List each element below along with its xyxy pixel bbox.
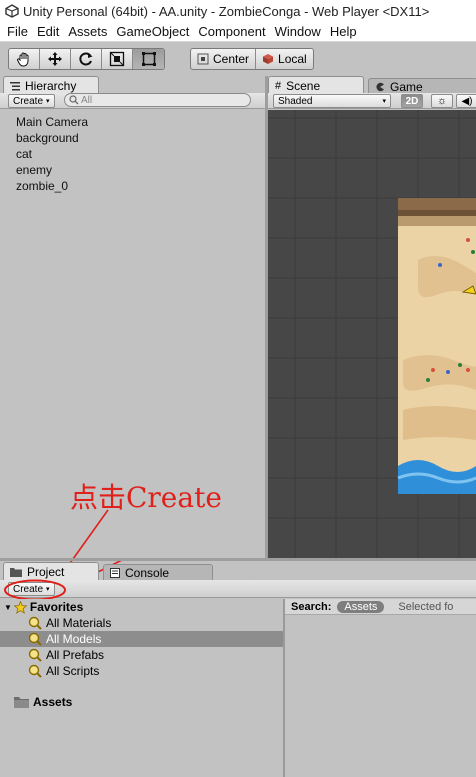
pivot-toggles: Center Local — [190, 48, 314, 70]
scene-hash-icon: # — [275, 79, 282, 92]
tab-game[interactable]: Game — [368, 78, 476, 94]
rect-tool-button[interactable] — [133, 49, 164, 69]
favorites-label: Favorites — [29, 600, 84, 614]
window-title: Unity Personal (64bit) - AA.unity - Zomb… — [23, 3, 430, 19]
favorites-row[interactable]: ▼ Favorites — [0, 599, 283, 615]
rotate-icon — [79, 52, 93, 66]
hierarchy-item-zombie[interactable]: zombie_0 — [16, 179, 68, 193]
favorite-item-label: All Models — [46, 632, 102, 646]
menu-gameobject[interactable]: GameObject — [109, 24, 189, 39]
favorite-item-all-prefabs[interactable]: All Prefabs — [0, 647, 283, 663]
search-scope-label: Search: — [291, 600, 332, 613]
beach-background-sprite — [397, 198, 476, 494]
tab-hierarchy[interactable]: Hierarchy — [3, 76, 99, 94]
scene-lighting-toggle[interactable]: ☼ — [431, 94, 453, 108]
tab-console[interactable]: Console — [103, 564, 213, 580]
shading-mode-label: Shaded — [278, 95, 313, 107]
tab-hierarchy-label: Hierarchy — [25, 78, 77, 93]
hierarchy-create-label: Create — [13, 95, 44, 107]
console-icon — [110, 567, 120, 578]
search-filter-icon — [28, 664, 42, 678]
pivot-center-toggle[interactable]: Center — [191, 49, 257, 69]
search-scope-bar: Search: Assets Selected fo — [285, 599, 476, 615]
hierarchy-item-enemy[interactable]: enemy — [16, 163, 52, 177]
scale-tool-button[interactable] — [102, 49, 133, 69]
hierarchy-item-cat[interactable]: cat — [16, 147, 32, 161]
hierarchy-search-placeholder: All — [81, 94, 93, 106]
hand-tool-button[interactable] — [9, 49, 40, 69]
local-cube-icon — [263, 54, 274, 64]
tab-game-label: Game — [390, 79, 423, 94]
sun-icon: ☼ — [436, 95, 448, 107]
hierarchy-create-dropdown[interactable]: Create ▾ — [8, 94, 55, 108]
scene-audio-toggle[interactable]: ◀) — [456, 94, 476, 108]
hierarchy-list-icon — [10, 81, 20, 90]
menu-help[interactable]: Help — [323, 24, 357, 39]
unity-logo-icon — [5, 4, 19, 18]
search-filter-icon — [28, 648, 42, 662]
game-pacman-icon — [376, 82, 384, 91]
main-toolbar: Center Local — [0, 43, 476, 75]
favorite-item-all-models[interactable]: All Models — [0, 631, 283, 647]
tab-scene[interactable]: # Scene — [268, 76, 364, 94]
folder-icon — [14, 697, 29, 708]
hierarchy-search-field[interactable]: All — [64, 93, 251, 107]
hierarchy-item-main-camera[interactable]: Main Camera — [16, 115, 88, 129]
mode-2d-label: 2D — [405, 95, 419, 107]
star-icon — [13, 600, 27, 614]
menu-component[interactable]: Component — [191, 24, 265, 39]
folder-icon — [10, 567, 22, 577]
pivot-local-toggle[interactable]: Local — [256, 49, 313, 69]
scene-viewport[interactable] — [268, 110, 476, 558]
pivot-center-label: Center — [213, 52, 250, 66]
favorite-item-label: All Prefabs — [46, 648, 105, 662]
transform-tools — [8, 48, 165, 70]
horizontal-splitter[interactable] — [0, 558, 476, 561]
rotate-tool-button[interactable] — [71, 49, 102, 69]
dropdown-arrow-icon: ▾ — [46, 98, 50, 105]
scale-icon — [109, 51, 125, 67]
expand-arrow-icon: ▼ — [4, 602, 12, 612]
speaker-icon: ◀) — [461, 95, 473, 107]
pivot-local-label: Local — [278, 52, 307, 66]
favorite-item-all-materials[interactable]: All Materials — [0, 615, 283, 631]
window-titlebar: Unity Personal (64bit) - AA.unity - Zomb… — [0, 0, 476, 22]
tab-scene-label: Scene — [286, 78, 321, 93]
favorite-item-label: All Materials — [46, 616, 112, 630]
menu-assets[interactable]: Assets — [61, 24, 107, 39]
favorite-item-all-scripts[interactable]: All Scripts — [0, 663, 283, 679]
hierarchy-item-background[interactable]: background — [16, 131, 79, 145]
assets-folder-label: Assets — [33, 695, 73, 709]
search-filter-icon — [28, 616, 42, 630]
tab-console-label: Console — [125, 565, 170, 580]
menu-edit[interactable]: Edit — [30, 24, 59, 39]
assets-folder-row[interactable]: Assets — [0, 694, 283, 710]
project-results-area — [285, 616, 476, 777]
pivot-icon — [197, 53, 209, 65]
shading-mode-dropdown[interactable]: Shaded ▾ — [273, 94, 391, 108]
mode-2d-toggle[interactable]: 2D — [401, 94, 423, 108]
move-tool-button[interactable] — [40, 49, 71, 69]
hand-icon — [17, 52, 29, 67]
menu-bar: File Edit Assets GameObject Component Wi… — [0, 22, 476, 42]
search-scope-assets-button[interactable]: Assets — [337, 600, 385, 613]
project-toolbar — [0, 580, 476, 598]
rect-tool-icon — [141, 52, 156, 66]
favorite-item-label: All Scripts — [46, 664, 100, 678]
dropdown-arrow-icon: ▾ — [382, 98, 386, 105]
search-filter-icon — [28, 632, 42, 646]
search-icon — [69, 95, 79, 105]
search-scope-selected-folder-button[interactable]: Selected fo — [398, 601, 453, 613]
tab-project-label: Project — [27, 564, 65, 579]
menu-file[interactable]: File — [0, 24, 28, 39]
menu-window[interactable]: Window — [268, 24, 321, 39]
move-icon — [48, 52, 62, 66]
